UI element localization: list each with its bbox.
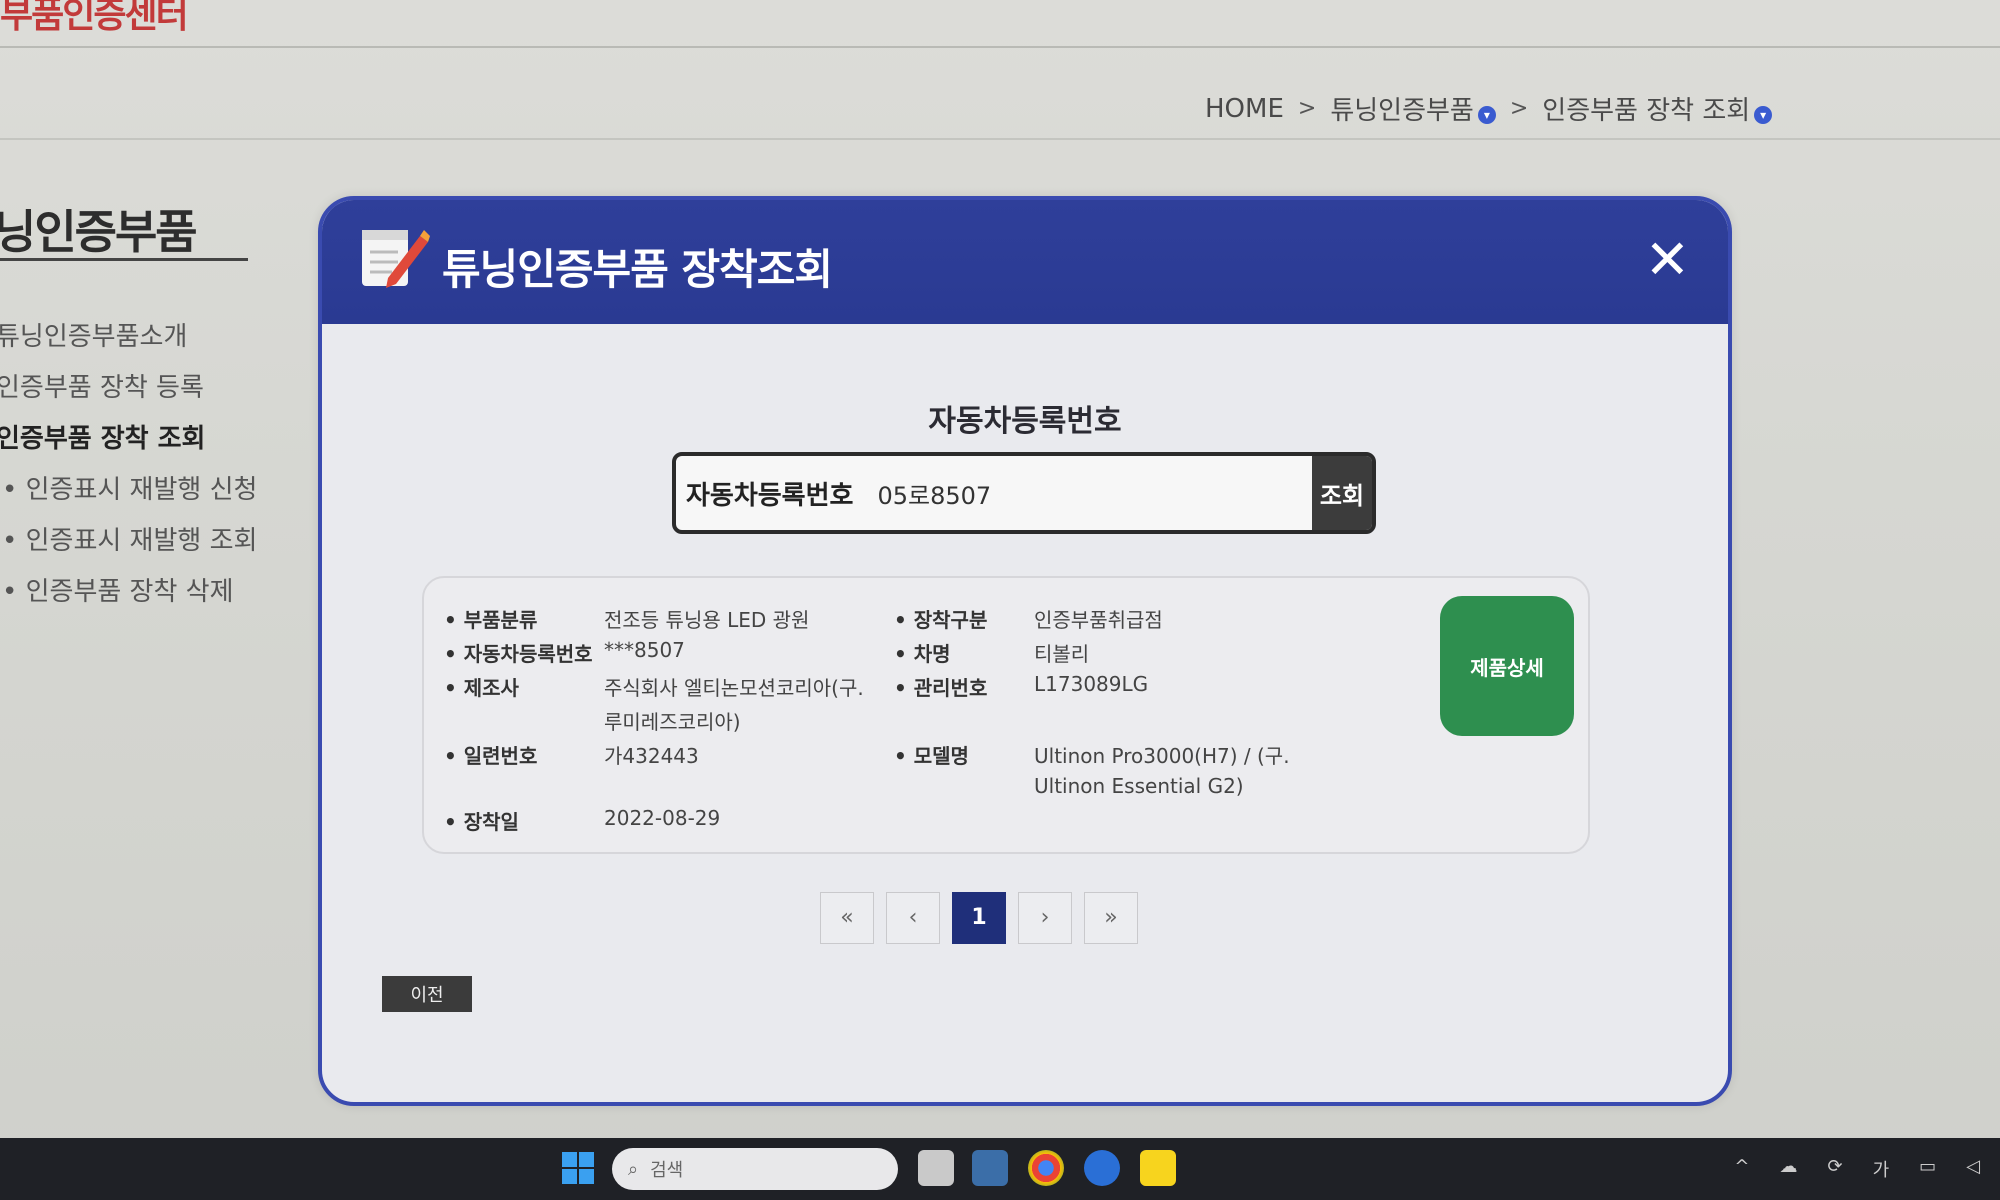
install-date-value: 2022-08-29	[604, 806, 721, 830]
install-type-value: 인증부품취급점	[1034, 608, 1163, 632]
sidebar-item-reissue-lookup[interactable]: • 인증표시 재발행 조회	[0, 522, 257, 573]
mgmt-no-row: 관리번호	[894, 672, 987, 701]
mgmt-no-label: 관리번호	[894, 676, 987, 700]
search-icon: ⌕	[628, 1158, 639, 1180]
pagination: « ‹ 1 › »	[820, 892, 1138, 944]
part-category-label: 부품분류	[444, 608, 537, 632]
car-name-value: 티볼리	[1034, 642, 1090, 666]
media-player-icon[interactable]	[1084, 1150, 1120, 1186]
result-card: 부품분류 전조등 튜닝용 LED 광원 자동차등록번호 ***8507 제조사 …	[422, 576, 1590, 854]
sidebar-title: 닝인증부품	[0, 205, 198, 259]
modal-title: 튜닝인증부품 장착조회	[442, 245, 833, 294]
search-heading: 자동차등록번호	[928, 404, 1122, 439]
model-value: Ultinon Pro3000(H7) / (구.	[1034, 744, 1290, 768]
task-view-icon[interactable]	[918, 1150, 954, 1186]
taskbar: ⌕ 검색 ^ ☁ ⟳ 가 ▭ ◁	[0, 1138, 2000, 1200]
serial-row: 일련번호	[444, 740, 537, 769]
cloud-icon[interactable]: ☁	[1779, 1156, 1797, 1182]
chevron-up-icon[interactable]: ^	[1734, 1156, 1749, 1182]
car-name-row: 차명	[894, 638, 951, 667]
part-category-value: 전조등 튜닝용 LED 광원	[604, 608, 810, 632]
first-page-button[interactable]: «	[820, 892, 874, 944]
install-type-row: 장착구분	[894, 604, 987, 633]
breadcrumb-tuning-parts[interactable]: 튜닝인증부품 ▾	[1330, 90, 1496, 127]
header-divider	[0, 46, 2000, 48]
taskbar-search[interactable]: ⌕ 검색	[612, 1148, 898, 1190]
calculator-icon[interactable]	[972, 1150, 1008, 1186]
dropdown-dot-icon[interactable]: ▾	[1477, 106, 1496, 124]
back-button[interactable]: 이전	[382, 976, 472, 1012]
mgmt-no-value: L173089LG	[1034, 672, 1149, 696]
taskbar-search-placeholder: 검색	[650, 1160, 684, 1181]
model-label: 모델명	[894, 744, 969, 768]
sync-icon[interactable]: ⟳	[1827, 1156, 1842, 1182]
memo-pencil-icon	[362, 230, 430, 288]
reg-no-row: 자동차등록번호	[444, 638, 593, 667]
model-row: 모델명	[894, 740, 969, 769]
close-icon[interactable]: ✕	[1645, 233, 1690, 287]
breadcrumb-separator: >	[1509, 96, 1529, 121]
breadcrumb: HOME > 튜닝인증부품 ▾ > 인증부품 장착 조회 ▾	[1205, 90, 1773, 127]
site-logo[interactable]: 부품인증센터	[0, 0, 189, 38]
reg-no-label: 자동차등록번호	[444, 642, 593, 666]
windows-start-icon[interactable]	[560, 1150, 596, 1186]
breadcrumb-install-lookup[interactable]: 인증부품 장착 조회 ▾	[1542, 90, 1773, 127]
ime-indicator[interactable]: 가	[1873, 1156, 1890, 1182]
search-button[interactable]: 조회	[1312, 456, 1372, 530]
breadcrumb-separator: >	[1297, 96, 1317, 121]
chrome-icon[interactable]	[1028, 1150, 1064, 1186]
part-category-row: 부품분류	[444, 604, 537, 633]
network-icon[interactable]: ▭	[1919, 1156, 1936, 1182]
modal-header: 튜닝인증부품 장착조회 ✕	[322, 200, 1728, 324]
last-page-button[interactable]: »	[1084, 892, 1138, 944]
sidebar-item-install-lookup[interactable]: 인증부품 장착 조회	[0, 420, 257, 471]
sidebar-item-intro[interactable]: 튜닝인증부품소개	[0, 318, 257, 369]
kakaotalk-icon[interactable]	[1140, 1150, 1176, 1186]
vehicle-number-input[interactable]	[877, 479, 1308, 507]
install-date-row: 장착일	[444, 806, 519, 835]
sidebar-item-install-register[interactable]: 인증부품 장착 등록	[0, 369, 257, 420]
search-field-label: 자동차등록번호	[686, 480, 854, 511]
sidebar-item-reissue-request[interactable]: • 인증표시 재발행 신청	[0, 471, 257, 522]
next-page-button[interactable]: ›	[1018, 892, 1072, 944]
serial-label: 일련번호	[444, 744, 537, 768]
dropdown-dot-icon[interactable]: ▾	[1754, 106, 1773, 124]
serial-value: 가432443	[604, 744, 699, 768]
maker-row: 제조사	[444, 672, 519, 701]
search-box: 자동차등록번호 조회	[672, 452, 1376, 534]
page-divider	[0, 138, 2000, 140]
maker-value: 주식회사 엘티논모션코리아(구.	[604, 676, 864, 700]
product-detail-button[interactable]: 제품상세	[1440, 596, 1574, 736]
car-name-label: 차명	[894, 642, 951, 666]
model-value-line2: Ultinon Essential G2)	[1034, 774, 1244, 798]
maker-label: 제조사	[444, 676, 519, 700]
maker-value-line2: 루미레즈코리아)	[604, 710, 741, 734]
page-1-button[interactable]: 1	[952, 892, 1006, 944]
install-date-label: 장착일	[444, 810, 519, 834]
breadcrumb-home[interactable]: HOME	[1205, 94, 1284, 124]
prev-page-button[interactable]: ‹	[886, 892, 940, 944]
sidebar-item-install-delete[interactable]: • 인증부품 장착 삭제	[0, 573, 257, 624]
system-tray: ^ ☁ ⟳ 가 ▭ ◁	[1734, 1156, 1980, 1182]
reg-no-value: ***8507	[604, 638, 685, 662]
sidebar-rule	[0, 258, 248, 261]
install-lookup-modal: 튜닝인증부품 장착조회 ✕ 자동차등록번호 자동차등록번호 조회 부품분류 전조…	[318, 196, 1732, 1106]
install-type-label: 장착구분	[894, 608, 987, 632]
sidebar-menu: 튜닝인증부품소개 인증부품 장착 등록 인증부품 장착 조회 • 인증표시 재발…	[0, 318, 257, 624]
volume-icon[interactable]: ◁	[1966, 1156, 1980, 1182]
